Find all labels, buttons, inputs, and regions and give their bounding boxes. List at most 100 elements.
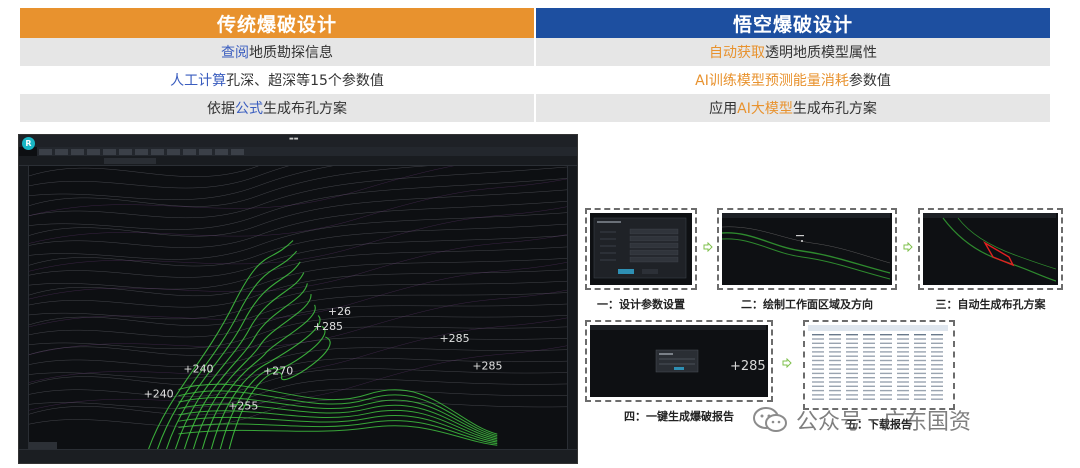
report-cell xyxy=(931,355,943,357)
contour-line xyxy=(29,212,567,260)
contour-line xyxy=(29,368,567,397)
menu-item[interactable] xyxy=(119,148,132,155)
layer-dropdown[interactable] xyxy=(104,158,156,164)
elevation-label: +270 xyxy=(263,365,293,378)
cell-text-segment: 孔深、超深等15个参数值 xyxy=(226,73,384,89)
report-cell xyxy=(914,334,926,336)
step-1-screen xyxy=(590,213,692,285)
right-tool-palette xyxy=(567,166,577,449)
cad-window-title: ▬▬ xyxy=(289,136,299,142)
menu-item[interactable] xyxy=(135,148,148,155)
report-cell xyxy=(812,372,824,375)
workflow-step-4: +285 四：一键生成爆破报告 xyxy=(585,320,773,424)
report-spreadsheet xyxy=(808,325,948,400)
menu-item[interactable] xyxy=(71,148,84,155)
menu-item[interactable] xyxy=(231,148,244,155)
report-cell xyxy=(812,398,824,400)
menu-item[interactable] xyxy=(103,148,116,155)
report-cell xyxy=(931,377,943,379)
cell-text-segment: AI大模型 xyxy=(737,101,793,117)
step-3-caption: 三：自动生成布孔方案 xyxy=(935,298,1046,311)
comparison-table: 传统爆破设计 悟空爆破设计 查阅 地质勘探信息 自动获取 透明地质模型属性 人工计算 孔深… xyxy=(20,8,1050,122)
model-tab[interactable] xyxy=(29,442,57,449)
report-cell xyxy=(863,364,875,366)
arrow-right-icon xyxy=(703,242,713,252)
cell-text-segment: 生成布孔方案 xyxy=(792,101,877,117)
report-cell xyxy=(829,377,841,379)
menu-item[interactable] xyxy=(199,148,212,155)
menu-item[interactable] xyxy=(55,148,68,155)
report-cell xyxy=(829,342,841,344)
report-header-bar xyxy=(808,325,948,331)
report-cell xyxy=(812,394,824,396)
cad-drawing-canvas[interactable]: +26 +285 +285 +240 +270 +285 +240 +255 xyxy=(29,166,567,449)
report-cell xyxy=(931,381,943,383)
report-cell xyxy=(812,377,824,379)
report-cell xyxy=(846,364,858,366)
contour-line xyxy=(29,166,567,219)
workflow-step-3: 三：自动生成布孔方案 xyxy=(918,208,1063,312)
report-cell xyxy=(931,398,943,400)
report-cell xyxy=(914,394,926,396)
workflow-step-2: 二：绘制工作面区域及方向 xyxy=(717,208,897,312)
arrow-right-icon xyxy=(903,242,913,252)
cell-text-segment: 公式 xyxy=(235,101,263,117)
workflow-step-1: 一：设计参数设置 xyxy=(585,208,697,312)
comparison-row: 人工计算 孔深、超深等15个参数值 AI训练模型预测能量消耗 参数值 xyxy=(20,66,1050,94)
report-cell xyxy=(829,394,841,396)
traditional-header: 传统爆破设计 xyxy=(20,8,534,38)
report-cell xyxy=(846,355,858,357)
report-cell xyxy=(880,346,892,349)
report-cell xyxy=(914,389,926,392)
report-cell xyxy=(880,372,892,375)
report-cell xyxy=(931,364,943,366)
contour-line xyxy=(29,201,567,248)
wechat-icon xyxy=(753,407,787,432)
comparison-row: 依据 公式 生成布孔方案 应用 AI大模型 生成布孔方案 xyxy=(20,94,1050,122)
contour-line xyxy=(29,303,567,338)
report-cell xyxy=(863,355,875,357)
report-cell xyxy=(829,381,841,383)
cell-text-segment: 人工计算 xyxy=(170,73,227,89)
report-cell xyxy=(863,334,875,336)
report-cell xyxy=(812,389,824,392)
menu-item[interactable] xyxy=(39,148,52,155)
report-cell xyxy=(914,368,926,370)
report-cell xyxy=(931,351,943,353)
report-cell xyxy=(931,372,943,375)
menu-item[interactable] xyxy=(151,148,164,155)
report-cell xyxy=(846,342,858,344)
wukong-cell: AI训练模型预测能量消耗 参数值 xyxy=(536,66,1050,94)
report-cell xyxy=(880,368,892,370)
menu-item[interactable] xyxy=(167,148,180,155)
cell-text-segment: 应用 xyxy=(709,101,738,117)
wukong-header: 悟空爆破设计 xyxy=(536,8,1050,38)
report-cell xyxy=(914,342,926,344)
menu-item[interactable] xyxy=(87,148,100,155)
report-cell xyxy=(897,346,909,349)
bench-contour xyxy=(178,409,498,441)
report-cell xyxy=(880,338,892,340)
menu-item[interactable] xyxy=(215,148,228,155)
elevation-label: +285 xyxy=(313,320,343,333)
step-3-screen xyxy=(923,213,1058,285)
report-cell xyxy=(846,377,858,379)
report-cell xyxy=(914,364,926,366)
cad-toolbar xyxy=(19,156,577,166)
report-cell xyxy=(914,355,926,357)
report-cell xyxy=(846,394,858,396)
report-cell xyxy=(897,398,909,400)
report-cell xyxy=(914,351,926,353)
contour-line xyxy=(29,235,567,278)
report-cell xyxy=(812,342,824,344)
step-5-screen xyxy=(808,325,950,405)
cell-text-segment: 参数值 xyxy=(848,73,891,89)
report-cell xyxy=(914,359,926,362)
step-1-caption: 一：设计参数设置 xyxy=(597,298,685,311)
cell-text-segment: 地质勘探信息 xyxy=(249,45,333,61)
menu-item[interactable] xyxy=(183,148,196,155)
report-cell xyxy=(880,394,892,396)
step-2-screen xyxy=(722,213,892,285)
report-cell xyxy=(863,385,875,387)
report-cell xyxy=(880,334,892,336)
